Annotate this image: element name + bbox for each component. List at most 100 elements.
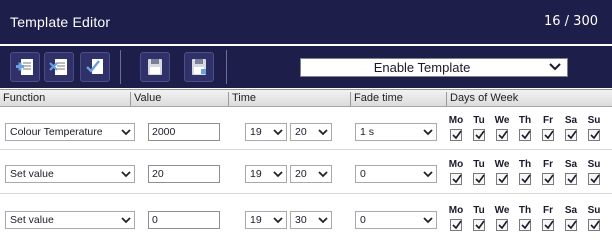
- day-checkbox[interactable]: [519, 219, 531, 231]
- save-button[interactable]: [140, 52, 170, 82]
- day-checkbox[interactable]: [473, 129, 485, 141]
- day-th: Th: [514, 115, 536, 141]
- day-checkbox[interactable]: [519, 173, 531, 185]
- day-checkbox[interactable]: [519, 129, 531, 141]
- chevron-down-icon: [273, 217, 283, 224]
- function-select[interactable]: Set value: [5, 211, 135, 229]
- minute-select-value: 20: [295, 126, 307, 138]
- app-title: Template Editor: [10, 14, 111, 30]
- day-checkbox[interactable]: [542, 129, 554, 141]
- day-checkbox[interactable]: [588, 173, 600, 185]
- column-header-time: Time: [228, 92, 348, 106]
- day-sa: Sa: [560, 159, 582, 185]
- day-mo: Mo: [445, 205, 467, 231]
- day-label: We: [494, 205, 510, 216]
- day-fr: Fr: [537, 205, 559, 231]
- copy-row-icon: [86, 59, 103, 74]
- chevron-down-icon: [423, 171, 433, 178]
- chevron-down-icon: [423, 217, 433, 224]
- days-of-week: Mo Tu We Th Fr Sa Su: [445, 205, 612, 235]
- fade-time-select-value: 0: [360, 168, 366, 180]
- day-checkbox[interactable]: [565, 173, 577, 185]
- day-checkbox[interactable]: [588, 129, 600, 141]
- function-select-value: Colour Temperature: [10, 126, 103, 138]
- fade-time-select[interactable]: 1 s: [355, 123, 437, 141]
- checkmark-icon: [498, 174, 508, 184]
- template-select[interactable]: Enable Template: [300, 58, 568, 77]
- hour-select-value: 19: [250, 168, 262, 180]
- add-row-button[interactable]: [10, 52, 40, 82]
- day-checkbox[interactable]: [542, 173, 554, 185]
- minute-select[interactable]: 30: [290, 211, 332, 229]
- day-label: Tu: [473, 205, 485, 216]
- day-label: Tu: [473, 115, 485, 126]
- day-label: We: [494, 159, 510, 170]
- template-counter: 16 / 300: [544, 14, 598, 29]
- day-checkbox[interactable]: [496, 173, 508, 185]
- day-tu: Tu: [468, 205, 490, 231]
- value-input[interactable]: 2000: [148, 123, 220, 141]
- day-checkbox[interactable]: [473, 219, 485, 231]
- checkmark-icon: [544, 220, 554, 230]
- checkmark-icon: [475, 130, 485, 140]
- checkmark-icon: [452, 174, 462, 184]
- day-checkbox[interactable]: [565, 129, 577, 141]
- days-of-week: Mo Tu We Th Fr Sa Su: [445, 115, 612, 145]
- chevron-down-icon: [121, 129, 131, 136]
- day-su: Su: [583, 159, 605, 185]
- hour-select[interactable]: 19: [245, 165, 287, 183]
- day-label: Sa: [564, 115, 578, 126]
- minute-select[interactable]: 20: [290, 165, 332, 183]
- day-su: Su: [583, 205, 605, 231]
- fade-time-select[interactable]: 0: [355, 165, 437, 183]
- minute-select[interactable]: 20: [290, 123, 332, 141]
- day-checkbox[interactable]: [450, 129, 462, 141]
- day-checkbox[interactable]: [588, 219, 600, 231]
- day-label: Su: [587, 159, 601, 170]
- chevron-down-icon: [273, 171, 283, 178]
- delete-row-button[interactable]: [44, 52, 74, 82]
- day-tu: Tu: [468, 115, 490, 141]
- day-checkbox[interactable]: [565, 219, 577, 231]
- save-as-icon: [192, 59, 206, 75]
- hour-select[interactable]: 19: [245, 211, 287, 229]
- checkmark-icon: [590, 130, 600, 140]
- checkmark-icon: [544, 174, 554, 184]
- day-we: We: [491, 205, 513, 231]
- template-select-value: Enable Template: [373, 60, 471, 75]
- day-checkbox[interactable]: [473, 173, 485, 185]
- day-checkbox[interactable]: [450, 219, 462, 231]
- minute-select-value: 20: [295, 168, 307, 180]
- day-checkbox[interactable]: [450, 173, 462, 185]
- value-input[interactable]: 0: [148, 211, 220, 229]
- chevron-down-icon: [318, 171, 328, 178]
- function-select[interactable]: Colour Temperature: [5, 123, 135, 141]
- save-as-button[interactable]: [184, 52, 214, 82]
- copy-row-button[interactable]: [80, 52, 110, 82]
- day-checkbox[interactable]: [496, 129, 508, 141]
- day-label: Mo: [448, 115, 464, 126]
- hour-select[interactable]: 19: [245, 123, 287, 141]
- column-header-row: Function Value Time Fade time Days of We…: [0, 89, 612, 107]
- checkmark-icon: [452, 130, 462, 140]
- checkmark-icon: [498, 220, 508, 230]
- fade-time-select[interactable]: 0: [355, 211, 437, 229]
- day-label: Th: [518, 205, 532, 216]
- function-select-value: Set value: [10, 168, 54, 180]
- value-input[interactable]: 20: [148, 165, 220, 183]
- day-mo: Mo: [445, 159, 467, 185]
- function-select[interactable]: Set value: [5, 165, 135, 183]
- day-checkbox[interactable]: [542, 219, 554, 231]
- chevron-down-icon: [121, 171, 131, 178]
- day-th: Th: [514, 205, 536, 231]
- day-label: Fr: [543, 205, 553, 216]
- day-we: We: [491, 115, 513, 141]
- days-of-week: Mo Tu We Th Fr Sa Su: [445, 159, 612, 189]
- toolbar-separator: [226, 50, 227, 84]
- day-checkbox[interactable]: [496, 219, 508, 231]
- day-label: Mo: [448, 159, 464, 170]
- checkmark-icon: [567, 220, 577, 230]
- checkmark-icon: [521, 220, 531, 230]
- checkmark-icon: [498, 130, 508, 140]
- checkmark-icon: [544, 130, 554, 140]
